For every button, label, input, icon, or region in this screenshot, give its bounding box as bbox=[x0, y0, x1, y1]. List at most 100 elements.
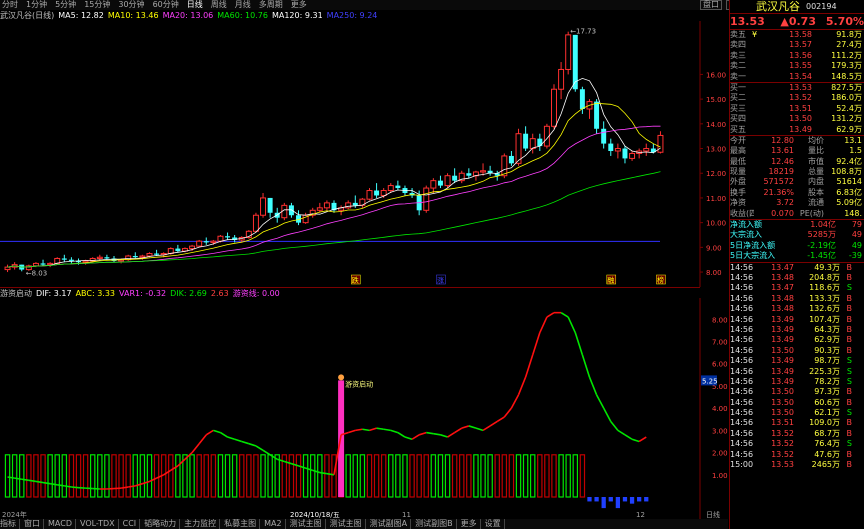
indicator-line-segment bbox=[28, 479, 37, 483]
indicator-tab[interactable]: 韬略动力 bbox=[144, 519, 181, 529]
candle-body bbox=[387, 185, 394, 192]
indicator-tab[interactable]: 私募主图 bbox=[224, 519, 261, 529]
bid-volume: 186.0万 bbox=[831, 93, 862, 103]
stat-value: 21.36% bbox=[763, 187, 794, 197]
indicator-line-segment bbox=[284, 460, 292, 465]
tick-volume: 60.6万 bbox=[814, 397, 840, 407]
tick-time: 14:56 bbox=[730, 262, 754, 272]
indicator-tab[interactable]: MACD bbox=[48, 519, 76, 529]
indicator-tab[interactable]: CCI bbox=[123, 519, 141, 529]
tick-volume: 2465万 bbox=[811, 460, 840, 470]
stat-label: 最高 bbox=[730, 146, 746, 156]
period-tab[interactable]: 分时 bbox=[2, 0, 18, 10]
indicator-tab[interactable]: 指标 bbox=[0, 519, 20, 529]
ma60-line bbox=[7, 171, 661, 268]
ma10-line bbox=[7, 102, 661, 268]
tick-time: 14:56 bbox=[730, 304, 754, 314]
indicator-bar bbox=[267, 454, 273, 498]
indicator-line-segment bbox=[234, 438, 242, 443]
indicator-tab[interactable]: 窗口 bbox=[24, 519, 44, 529]
date-axis-label: 2024/10/18/五 bbox=[290, 511, 340, 519]
indicator-bar bbox=[253, 454, 259, 498]
flow-tail: 49 bbox=[851, 240, 862, 250]
tick-price: 13.52 bbox=[771, 449, 794, 459]
ind-tick-label: 1.00 bbox=[712, 472, 728, 480]
candle-body bbox=[629, 152, 636, 159]
tick-row: 14:56 13.49 78.2万 S bbox=[730, 377, 864, 387]
candle-body bbox=[444, 175, 451, 187]
indicator-tab[interactable]: 更多 bbox=[461, 519, 481, 529]
indicator-line-segment bbox=[369, 427, 377, 432]
stat-value: 13.61 bbox=[771, 146, 794, 156]
tick-side: B bbox=[846, 262, 853, 272]
indicator-bar bbox=[487, 454, 493, 498]
price-tick-label: 8.00 bbox=[706, 269, 722, 277]
period-tab[interactable]: 30分钟 bbox=[118, 0, 144, 10]
indicator-line-segment bbox=[312, 469, 321, 474]
indicator-bar bbox=[416, 454, 422, 498]
indicator-line-segment bbox=[191, 443, 200, 454]
indicator-bar bbox=[40, 454, 46, 498]
indicator-bar bbox=[359, 454, 366, 498]
indicator-tab[interactable]: 测试副图B bbox=[415, 519, 457, 529]
period-tab[interactable]: 更多 bbox=[291, 0, 307, 10]
indicator-line-segment bbox=[142, 480, 150, 485]
indicator-tab[interactable]: 主力监控 bbox=[184, 519, 221, 529]
stat-value: 0.070 bbox=[771, 208, 794, 218]
ask-row: 卖三 13.56 111.2万 bbox=[730, 51, 864, 61]
signal-icon bbox=[338, 374, 345, 381]
indicator-bar bbox=[451, 454, 458, 498]
indicator-tab[interactable]: 测试主图 bbox=[330, 519, 366, 529]
period-tab[interactable]: 15分钟 bbox=[84, 0, 110, 10]
tick-row: 14:56 13.50 62.1万 S bbox=[730, 408, 864, 418]
price-row: 13.53 ▲0.73 5.70% bbox=[730, 13, 864, 29]
indicator-line-segment bbox=[482, 425, 491, 432]
indicator-tab[interactable]: VOL-TDX bbox=[80, 519, 119, 529]
stat-row: 收益(四) 0.070 PE(动) 148. bbox=[730, 209, 864, 219]
tick-row: 14:56 13.52 76.4万 S bbox=[730, 439, 864, 449]
indicator-line-segment bbox=[602, 407, 612, 422]
flow-value: 5285万 bbox=[807, 230, 836, 240]
candle-body bbox=[132, 256, 138, 258]
period-tab[interactable]: 60分钟 bbox=[153, 0, 179, 10]
period-tab[interactable]: 周线 bbox=[211, 0, 227, 10]
flow-row: 净流入额 1.04亿 79 bbox=[730, 220, 864, 230]
indicator-chart[interactable]: 8.007.006.005.004.003.002.001.005.25游资启动… bbox=[0, 298, 729, 519]
panel-tab[interactable]: 盘口 bbox=[700, 0, 722, 10]
stats-table: 今开 12.80 均价 13.1 最高 13.61 量比 1.5 最低 12.46 市值 92.4亿现… bbox=[730, 134, 864, 219]
indicator-tab[interactable]: 测试主图 bbox=[290, 519, 326, 529]
tick-row: 14:56 13.49 62.9万 B bbox=[730, 335, 864, 345]
period-tab[interactable]: 日线 bbox=[187, 0, 203, 10]
indicator-tab[interactable]: 测试副图A bbox=[370, 519, 412, 529]
indicator-bar bbox=[629, 497, 635, 504]
indicator-bar bbox=[317, 454, 323, 498]
indicator-bar bbox=[444, 454, 451, 498]
event-marker-label: 融 bbox=[607, 276, 614, 285]
tick-side: B bbox=[846, 293, 853, 303]
stat-row: 外盘 571572 内盘 51614 bbox=[730, 177, 864, 187]
indicator-bar bbox=[89, 454, 96, 498]
indicator-bar bbox=[515, 454, 522, 498]
indicator-bar bbox=[494, 454, 500, 498]
tick-time: 14:56 bbox=[730, 408, 754, 418]
candle-body bbox=[437, 180, 443, 186]
period-tab[interactable]: 5分钟 bbox=[55, 0, 76, 10]
stat-value: 1.5 bbox=[849, 146, 862, 156]
period-tab[interactable]: 1分钟 bbox=[26, 0, 47, 10]
period-tab[interactable]: 多周期 bbox=[259, 0, 283, 10]
indicator-bar bbox=[4, 454, 11, 498]
stat-value: 3.72 bbox=[776, 198, 794, 208]
indicator-line-segment bbox=[362, 428, 370, 432]
period-tab[interactable]: 月线 bbox=[235, 0, 251, 10]
indicator-line-segment bbox=[71, 486, 79, 489]
candle-body bbox=[61, 258, 67, 260]
kline-chart[interactable]: 16.00 15.00 14.00 13.00 12.00 11.00 10.00 9.00 8… bbox=[0, 21, 729, 287]
indicator-tab[interactable]: 设置 bbox=[485, 519, 505, 529]
indicator-tab[interactable]: MA2 bbox=[264, 519, 286, 529]
tick-time: 14:56 bbox=[730, 324, 754, 334]
period-toolbar: 分时 1分钟 5分钟 15分钟 30分钟 60分钟 日线 周线 月线 多周期 更多 bbox=[0, 0, 700, 10]
stat-row: 最低 12.46 市值 92.4亿 bbox=[730, 157, 864, 167]
indicator-line-segment bbox=[305, 467, 313, 472]
tick-price: 13.50 bbox=[771, 387, 794, 397]
tick-price: 13.50 bbox=[771, 408, 794, 418]
